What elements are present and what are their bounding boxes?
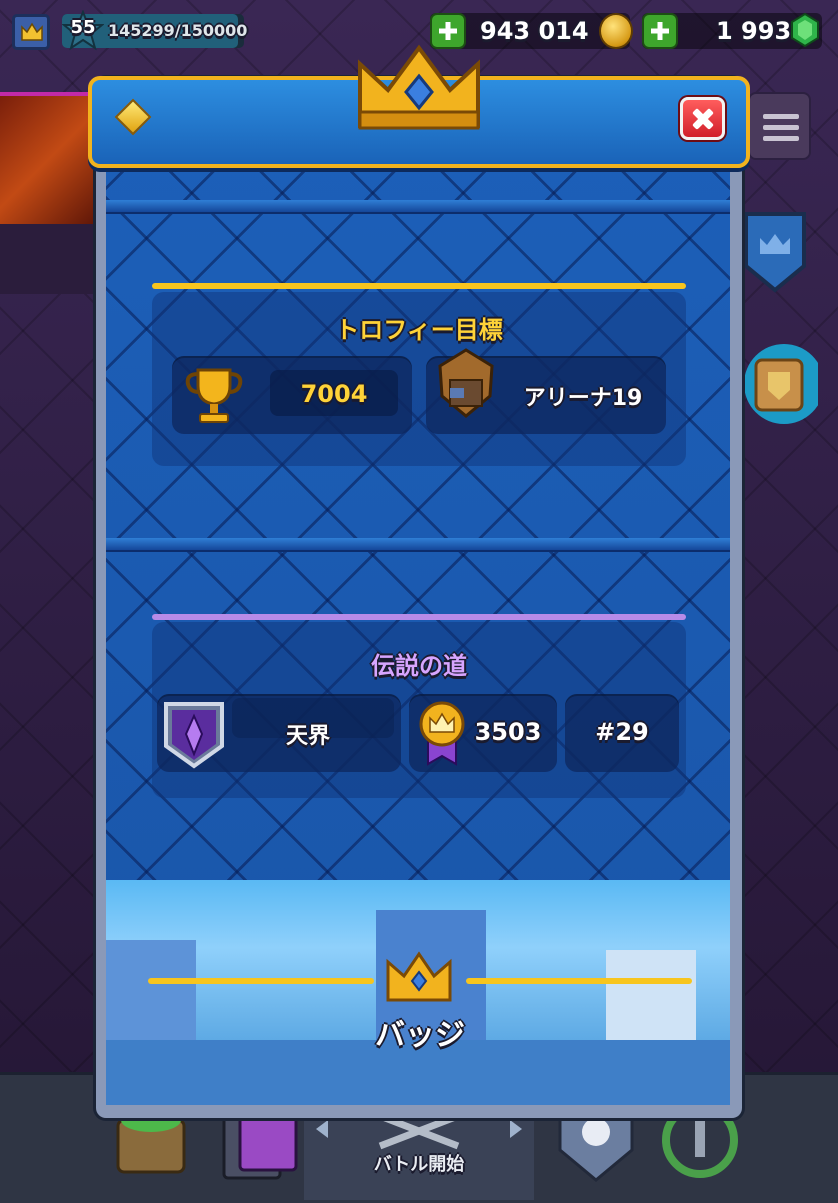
- crown-icon: [358, 44, 480, 130]
- king-level: 55: [70, 17, 96, 38]
- close-button[interactable]: [680, 97, 725, 140]
- legend-rating: 3503: [474, 718, 542, 746]
- battle-tab-label: バトル開始: [373, 1154, 465, 1175]
- nav-right-arrow-icon[interactable]: [508, 1118, 524, 1140]
- legend-rank: #29: [595, 718, 649, 746]
- section-divider: [106, 200, 730, 212]
- arena-icon: [438, 348, 494, 418]
- xp-text: 145299/150000: [108, 21, 248, 40]
- legend-section-title: 伝説の道: [371, 652, 467, 680]
- league-medal-icon[interactable]: [738, 336, 818, 432]
- nav-left-arrow-icon[interactable]: [314, 1118, 330, 1140]
- menu-button[interactable]: [748, 92, 811, 160]
- trophy-section-title: トロフィー目標: [335, 316, 503, 344]
- legend-rule: [152, 614, 686, 620]
- trophy-icon: [185, 368, 243, 423]
- badges-title: バッジ: [375, 1018, 465, 1053]
- gem-icon: [791, 13, 819, 47]
- gem-amount: 1 993: [716, 17, 792, 45]
- trophy-rule: [152, 283, 686, 289]
- trophy-count: 7004: [300, 380, 368, 408]
- legend-medal-icon: [419, 701, 465, 766]
- add-gems-button[interactable]: [642, 13, 678, 49]
- menu-line: [763, 114, 799, 119]
- league-shield-icon: [164, 702, 224, 769]
- arena-name: アリーナ19: [523, 386, 643, 411]
- side-panel: [0, 224, 96, 294]
- event-banner[interactable]: [0, 92, 96, 228]
- badge-rule-left: [148, 978, 374, 984]
- menu-line: [763, 125, 799, 130]
- king-level-icon[interactable]: [12, 14, 50, 50]
- gold-amount: 943 014: [480, 17, 589, 45]
- trophy-road-icon[interactable]: [742, 210, 808, 294]
- gold-coin-icon: [599, 13, 633, 49]
- badge-crown-icon: [386, 951, 452, 1002]
- menu-line: [763, 136, 799, 141]
- badge-rule-right: [466, 978, 692, 984]
- section-divider: [106, 538, 730, 550]
- league-name: 天界: [285, 724, 330, 749]
